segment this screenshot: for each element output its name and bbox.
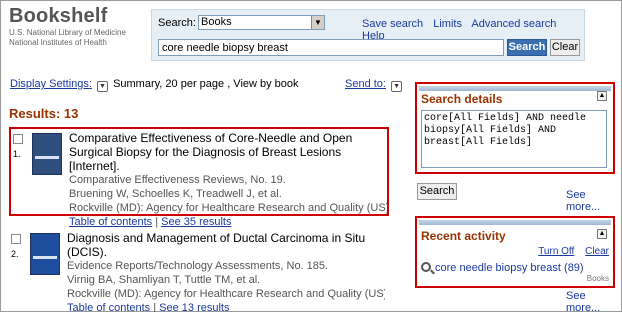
send-to-link[interactable]: Send to: [345,78,386,90]
turn-off-link[interactable]: Turn Off [538,246,574,257]
activity-database: Books [586,274,609,283]
result-publisher: Rockville (MD): Agency for Healthcare Re… [67,288,385,300]
activity-links: Turn Off Clear [530,246,609,257]
search-details-title: Search details [421,92,503,106]
bookshelf-logo[interactable]: Bookshelf U.S. National Library of Medic… [9,5,149,48]
recent-activity-title: Recent activity [421,229,506,243]
clear-button[interactable]: Clear [550,39,580,56]
result-checkbox[interactable] [13,134,23,144]
save-search-link[interactable]: Save search [362,18,423,30]
results-count: Results: 13 [9,106,79,121]
result-number: 1. [13,149,21,159]
collapse-icon[interactable]: ▲ [597,91,607,101]
result-title[interactable]: Comparative Effectiveness of Core-Needle… [69,131,387,173]
search-input[interactable] [158,39,504,56]
display-settings-link[interactable]: Display Settings: [10,78,92,90]
database-select[interactable]: Books ▼ [198,15,325,30]
send-to: Send to: ▼ [345,78,404,92]
logo-title: Bookshelf [9,5,108,27]
search-details-query[interactable]: core[All Fields] AND needle biopsy[All F… [421,110,607,168]
recent-activity-portlet: Recent activity ▲ Turn Off Clear core ne… [415,216,615,288]
details-search-button[interactable]: Search [417,183,457,200]
result-authors: Bruening W, Schoelles K, Treadwell J, et… [69,188,282,200]
header: Bookshelf U.S. National Library of Medic… [1,1,621,65]
search-details-portlet: Search details ▲ core[All Fields] AND ne… [415,82,615,174]
table-of-contents-link[interactable]: Table of contents [67,302,150,312]
chevron-down-icon[interactable]: ▼ [311,16,324,29]
logo-subtitle-1: U.S. National Library of Medicine [9,28,126,37]
logo-subtitle-2: National Institutes of Health [9,38,107,47]
see-results-link[interactable]: See 35 results [161,216,231,228]
limits-link[interactable]: Limits [433,18,462,30]
activity-item[interactable]: core needle biopsy breast (89) [421,262,584,274]
search-label: Search: [158,17,196,29]
activity-item-link[interactable]: core needle biopsy breast (89) [435,262,584,274]
result-series: Evidence Reports/Technology Assessments,… [67,260,329,272]
result-number: 2. [11,249,19,259]
result-series: Comparative Effectiveness Reviews, No. 1… [69,174,286,186]
search-button[interactable]: Search [507,39,547,56]
result-item: 2. Diagnosis and Management of Ductal Ca… [11,231,385,312]
result-authors: Virnig BA, Shamliyan T, Tuttle TM, et al… [67,274,261,286]
chevron-down-icon[interactable]: ▼ [97,81,108,92]
chevron-down-icon[interactable]: ▼ [391,81,403,92]
result-title[interactable]: Diagnosis and Management of Ductal Carci… [67,231,385,259]
result-checkbox[interactable] [11,234,21,244]
result-item: 1. Comparative Effectiveness of Core-Nee… [9,127,389,228]
see-results-link[interactable]: See 13 results [159,302,229,312]
see-more-link[interactable]: See more... [566,189,622,213]
display-settings-bar: Display Settings: ▼ Summary, 20 per page… [10,78,299,92]
search-panel: Search: Books ▼ Save search Limits Advan… [151,9,585,61]
result-publisher: Rockville (MD): Agency for Healthcare Re… [69,202,387,214]
book-cover-thumbnail[interactable] [32,133,62,175]
search-icon [421,262,431,272]
display-summary: Summary, 20 per page , View by book [113,78,299,90]
book-cover-thumbnail[interactable] [30,233,60,275]
clear-activity-link[interactable]: Clear [585,246,609,257]
table-of-contents-link[interactable]: Table of contents [69,216,152,228]
database-select-value: Books [201,16,232,28]
advanced-search-link[interactable]: Advanced search [471,18,556,30]
collapse-icon[interactable]: ▲ [597,229,607,239]
see-more-link-activity[interactable]: See more... [566,290,622,312]
